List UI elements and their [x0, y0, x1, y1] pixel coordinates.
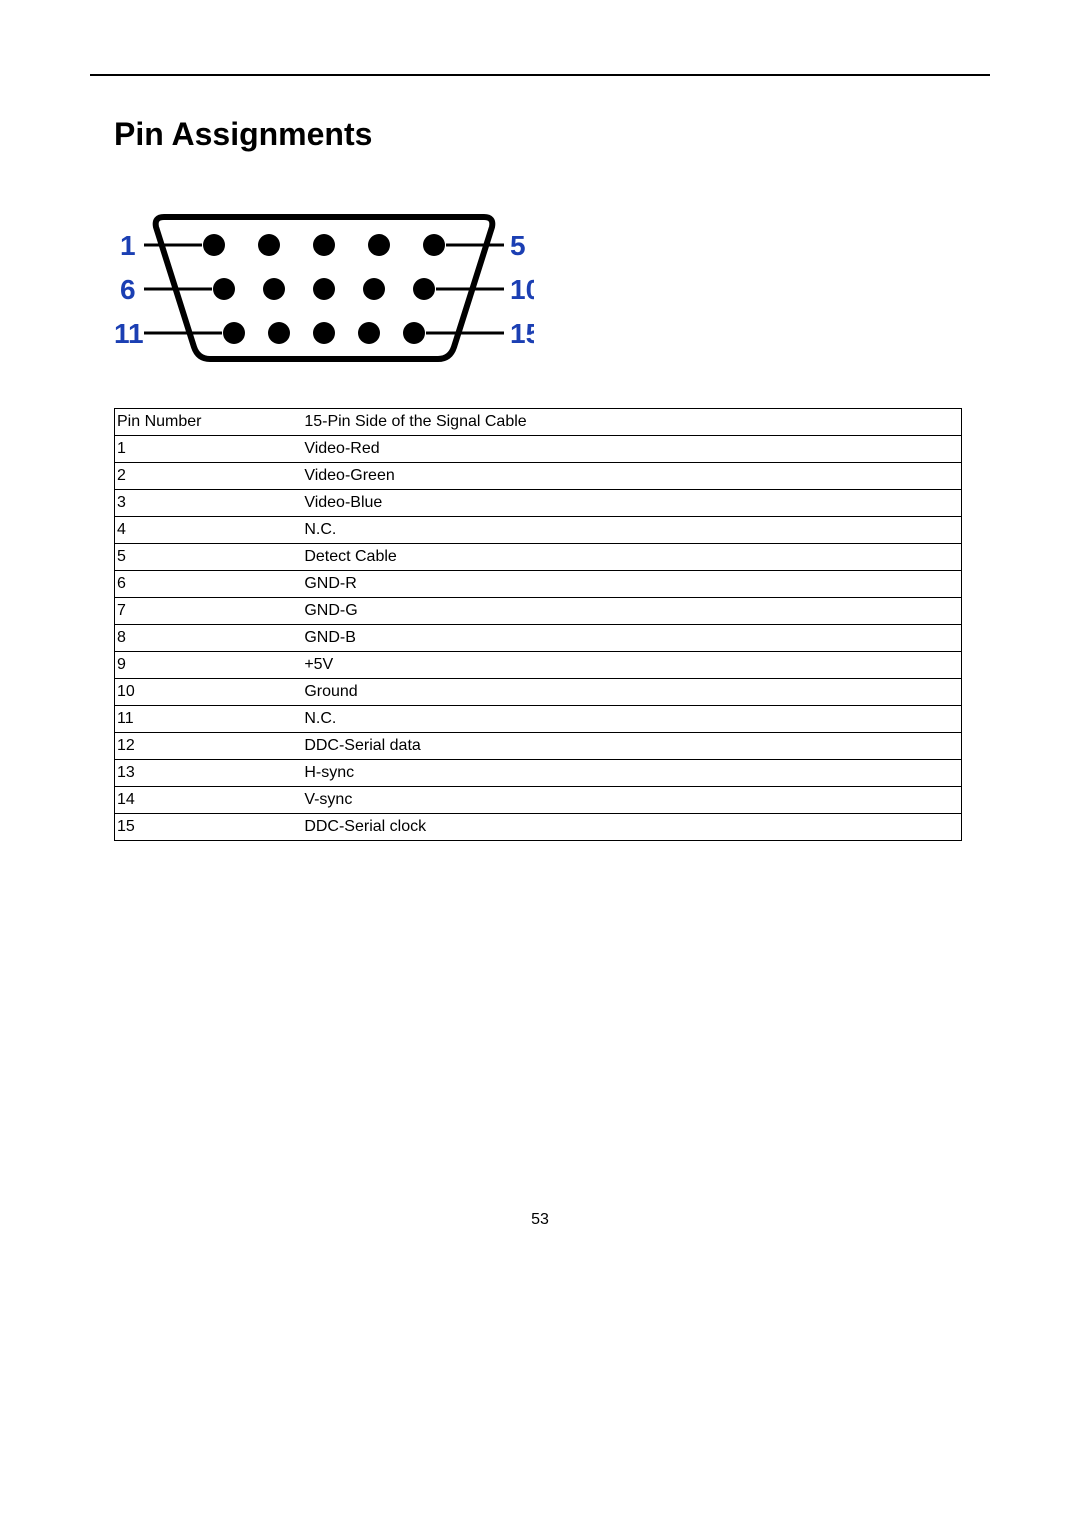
- table-row: 1Video-Red: [115, 436, 962, 463]
- pin-number-cell: 8: [115, 625, 303, 652]
- pin-desc-cell: DDC-Serial data: [302, 733, 961, 760]
- table-row: 10Ground: [115, 679, 962, 706]
- pin-desc-cell: GND-B: [302, 625, 961, 652]
- pin-number-cell: 3: [115, 490, 303, 517]
- pin-desc-cell: DDC-Serial clock: [302, 814, 961, 841]
- pin-number-cell: 15: [115, 814, 303, 841]
- pin-desc-cell: +5V: [302, 652, 961, 679]
- table-header-desc: 15-Pin Side of the Signal Cable: [302, 409, 961, 436]
- pin-number-cell: 13: [115, 760, 303, 787]
- table-row: 8GND-B: [115, 625, 962, 652]
- pin-label-15: 15: [510, 318, 534, 349]
- pin-number-cell: 5: [115, 544, 303, 571]
- table-row: 6GND-R: [115, 571, 962, 598]
- pin-number-cell: 1: [115, 436, 303, 463]
- pin-desc-cell: N.C.: [302, 517, 961, 544]
- vga-connector-icon: 1 6 11 5 10 15: [114, 199, 534, 369]
- page-number: 53: [0, 1211, 1080, 1229]
- pin-number-cell: 6: [115, 571, 303, 598]
- pin-number-cell: 10: [115, 679, 303, 706]
- pin-desc-cell: Video-Red: [302, 436, 961, 463]
- pin-desc-cell: Ground: [302, 679, 961, 706]
- pin-desc-cell: N.C.: [302, 706, 961, 733]
- pin-assignment-table: Pin Number 15-Pin Side of the Signal Cab…: [114, 408, 962, 841]
- pin-desc-cell: H-sync: [302, 760, 961, 787]
- pin-label-11: 11: [114, 318, 144, 349]
- table-row: 7GND-G: [115, 598, 962, 625]
- pin-label-1: 1: [120, 230, 136, 261]
- top-rule: [90, 74, 990, 76]
- table-row: 15DDC-Serial clock: [115, 814, 962, 841]
- pin-desc-cell: GND-R: [302, 571, 961, 598]
- pin-number-cell: 2: [115, 463, 303, 490]
- table-row: 4N.C.: [115, 517, 962, 544]
- pin-number-cell: 11: [115, 706, 303, 733]
- pin-number-cell: 12: [115, 733, 303, 760]
- pin-number-cell: 7: [115, 598, 303, 625]
- document-page: Pin Assignments: [0, 0, 1080, 1527]
- pin-label-10: 10: [510, 274, 534, 305]
- table-header-pin: Pin Number: [115, 409, 303, 436]
- pin-number-cell: 9: [115, 652, 303, 679]
- table-row: 9+5V: [115, 652, 962, 679]
- pin-label-6: 6: [120, 274, 136, 305]
- pin-desc-cell: V-sync: [302, 787, 961, 814]
- table-row: 2Video-Green: [115, 463, 962, 490]
- table-row: 3Video-Blue: [115, 490, 962, 517]
- pin-desc-cell: Detect Cable: [302, 544, 961, 571]
- pin-desc-cell: GND-G: [302, 598, 961, 625]
- pin-number-cell: 4: [115, 517, 303, 544]
- pin-label-5: 5: [510, 230, 526, 261]
- connector-diagram: 1 6 11 5 10 15: [114, 199, 990, 374]
- table-row: 14V-sync: [115, 787, 962, 814]
- table-header-row: Pin Number 15-Pin Side of the Signal Cab…: [115, 409, 962, 436]
- pin-desc-cell: Video-Green: [302, 463, 961, 490]
- pin-number-cell: 14: [115, 787, 303, 814]
- pin-desc-cell: Video-Blue: [302, 490, 961, 517]
- table-row: 12DDC-Serial data: [115, 733, 962, 760]
- table-row: 11N.C.: [115, 706, 962, 733]
- page-title: Pin Assignments: [114, 116, 990, 153]
- table-row: 13H-sync: [115, 760, 962, 787]
- table-row: 5Detect Cable: [115, 544, 962, 571]
